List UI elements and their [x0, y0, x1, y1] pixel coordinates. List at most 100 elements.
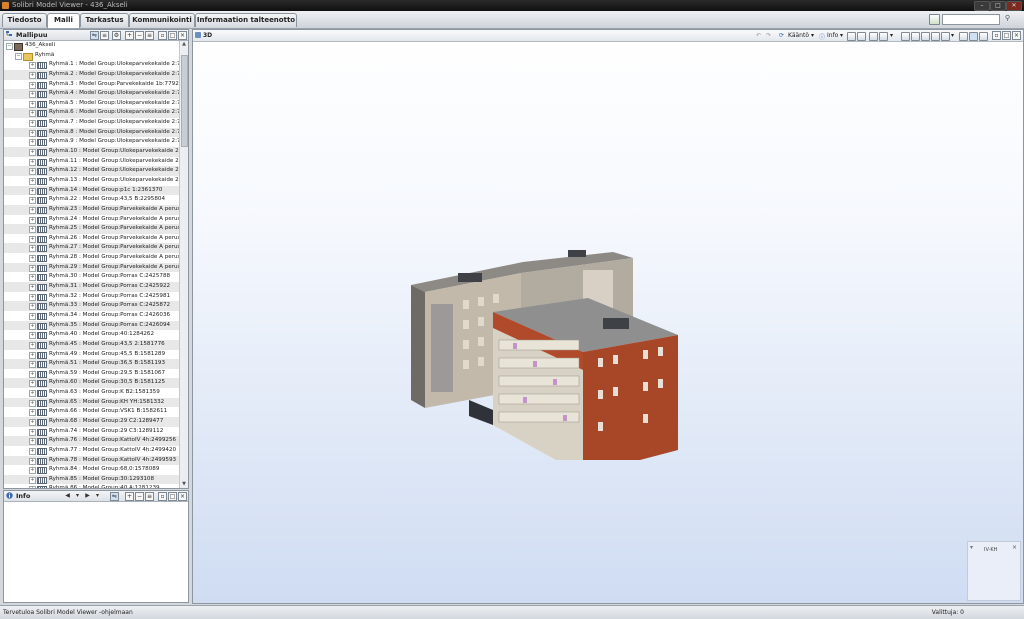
forward-arrow-icon[interactable]: ▶ — [84, 492, 91, 499]
expand-icon[interactable]: + — [29, 264, 36, 272]
tree-item[interactable]: + Ryhmä.14 : Model Group:p1c 1:2361370 — [4, 185, 179, 196]
tree-item[interactable]: + Ryhmä.30 : Model Group:Porras C:2425788 — [4, 272, 179, 282]
expand-icon[interactable]: + — [29, 187, 36, 195]
collapse-all-icon[interactable]: − — [135, 31, 144, 40]
tree-sort-icon[interactable]: ≡ — [100, 31, 109, 40]
cube-icon[interactable] — [869, 32, 878, 41]
tree-item[interactable]: + Ryhmä.45 : Model Group:43,5 2:1581776 — [4, 339, 179, 350]
expand-icon[interactable]: + — [29, 177, 36, 185]
tree-item[interactable]: + Ryhmä.10 : Model Group:Ulokeparvekekaid… — [4, 147, 179, 157]
expand-all-icon[interactable]: + — [125, 31, 134, 40]
expand-icon[interactable]: + — [29, 91, 36, 99]
expand-icon[interactable]: + — [29, 71, 36, 79]
tree-item[interactable]: + Ryhmä.29 : Model Group:Parvekekaide A p… — [4, 262, 179, 273]
expand-icon[interactable]: + — [29, 149, 36, 157]
tree-item[interactable]: + Ryhmä.9 : Model Group:Ulokeparvekekaide… — [4, 137, 179, 147]
expand-icon[interactable]: + — [29, 438, 36, 446]
section-box-icon[interactable] — [959, 32, 968, 41]
restore-panel-icon[interactable]: ▫ — [992, 31, 1001, 40]
expand-icon[interactable]: + — [29, 139, 36, 147]
tree-group-folder[interactable]: − Ryhmä — [4, 51, 179, 61]
tree-item[interactable]: + Ryhmä.86 : Model Group:40 A:1281239 — [4, 484, 179, 488]
rotate-icon[interactable]: ⟳ — [779, 32, 784, 39]
tab-tiedosto[interactable]: Tiedosto — [2, 13, 47, 27]
tree-item[interactable]: + Ryhmä.31 : Model Group:Porras C:2425922 — [4, 282, 179, 292]
expand-icon[interactable]: + — [29, 62, 36, 70]
measure-icon[interactable] — [941, 32, 950, 41]
expand-icon[interactable]: + — [29, 457, 36, 465]
dropdown-icon[interactable]: ▾ — [74, 492, 81, 499]
collapse-icon[interactable]: − — [6, 43, 13, 50]
expand-icon[interactable]: + — [29, 284, 36, 292]
close-panel-icon[interactable]: × — [1012, 31, 1021, 40]
tree-item[interactable]: + Ryhmä.24 : Model Group:Parvekekaide A p… — [4, 215, 179, 225]
expand-icon[interactable]: + — [29, 129, 36, 137]
settings-icon[interactable] — [979, 32, 988, 41]
tree-item[interactable]: + Ryhmä.1 : Model Group:Ulokeparvekekaide… — [4, 60, 179, 70]
list-view-icon[interactable]: ≡ — [145, 492, 154, 501]
tree-item[interactable]: + Ryhmä.77 : Model Group:KattoIV 4h:24994… — [4, 446, 179, 456]
tree-item[interactable]: + Ryhmä.59 : Model Group:29,5 B:1581067 — [4, 369, 179, 379]
model-visibility-icon[interactable] — [847, 32, 856, 41]
expand-icon[interactable]: + — [29, 361, 36, 369]
tree-item[interactable]: + Ryhmä.2 : Model Group:Ulokeparvekekaide… — [4, 69, 179, 80]
redo-icon[interactable]: ↷ — [766, 32, 771, 39]
expand-icon[interactable]: + — [29, 255, 36, 263]
tree-item[interactable]: + Ryhmä.49 : Model Group:45,5 B:1581289 — [4, 350, 179, 360]
tree-item[interactable]: + Ryhmä.32 : Model Group:Porras C:2425981 — [4, 292, 179, 302]
tree-item[interactable]: + Ryhmä.7 : Model Group:Ulokeparvekekaide… — [4, 118, 179, 128]
tree-scrollbar[interactable]: ▲ ▼ — [179, 41, 188, 488]
tree-item[interactable]: + Ryhmä.8 : Model Group:Ulokeparvekekaide… — [4, 127, 179, 138]
tree-item[interactable]: + Ryhmä.76 : Model Group:KattoIV 4h:24992… — [4, 436, 179, 446]
undo-icon[interactable]: ↶ — [756, 32, 761, 39]
link-selection-icon[interactable]: ⇋ — [110, 492, 119, 501]
tree-item[interactable]: + Ryhmä.74 : Model Group:29 C3:1289112 — [4, 427, 179, 437]
expand-icon[interactable]: + — [29, 235, 36, 243]
expand-icon[interactable]: + — [29, 341, 36, 349]
tree-item[interactable]: + Ryhmä.51 : Model Group:36,5 B:1581193 — [4, 359, 179, 369]
info-mode-label[interactable]: Info — [827, 32, 838, 39]
expand-icon[interactable]: + — [29, 428, 36, 436]
tree-item[interactable]: + Ryhmä.11 : Model Group:Ulokeparvekekaid… — [4, 157, 179, 167]
expand-icon[interactable]: + — [29, 399, 36, 407]
nav-collapse-icon[interactable]: ▾ — [970, 544, 973, 551]
tab-tarkastus[interactable]: Tarkastus — [80, 13, 129, 27]
expand-icon[interactable]: + — [29, 303, 36, 311]
tree-item[interactable]: + Ryhmä.78 : Model Group:KattoIV 4h:24995… — [4, 455, 179, 466]
tree-item[interactable]: + Ryhmä.27 : Model Group:Parvekekaide A p… — [4, 243, 179, 254]
tree-item[interactable]: + Ryhmä.25 : Model Group:Parvekekaide A p… — [4, 224, 179, 234]
tree-item[interactable]: + Ryhmä.6 : Model Group:Ulokeparvekekaide… — [4, 108, 179, 119]
tree-item[interactable]: + Ryhmä.68 : Model Group:29 C2:1289477 — [4, 416, 179, 427]
tree-item[interactable]: + Ryhmä.65 : Model Group:KH YH:1581332 — [4, 397, 179, 408]
tree-item[interactable]: + Ryhmä.23 : Model Group:Parvekekaide A p… — [4, 204, 179, 215]
collapse-icon[interactable]: − — [15, 52, 22, 60]
tree-item[interactable]: + Ryhmä.26 : Model Group:Parvekekaide A p… — [4, 234, 179, 244]
tab-kommunikointi[interactable]: Kommunikointi — [129, 13, 195, 27]
list-view-icon[interactable]: ≡ — [145, 31, 154, 40]
dropdown-icon[interactable]: ▾ — [890, 32, 893, 39]
tree-item[interactable]: + Ryhmä.84 : Model Group:68,0:1578089 — [4, 465, 179, 475]
info-icon[interactable]: ⓘ — [819, 32, 825, 41]
building-model[interactable] — [403, 240, 693, 460]
tree-item[interactable]: + Ryhmä.40 : Model Group:40:1284262 — [4, 330, 179, 340]
maximize-panel-icon[interactable]: □ — [168, 492, 177, 501]
zoom-fit-icon[interactable] — [901, 32, 910, 41]
grid-icon[interactable] — [969, 32, 978, 41]
dropdown-icon[interactable]: ▾ — [951, 32, 954, 39]
expand-icon[interactable]: + — [29, 293, 36, 301]
dropdown-icon[interactable]: ▾ — [811, 32, 814, 39]
expand-icon[interactable]: + — [29, 370, 36, 378]
dropdown-icon[interactable]: ▾ — [94, 492, 101, 499]
expand-icon[interactable]: + — [29, 81, 36, 89]
tree-settings-icon[interactable]: ⚙ — [112, 31, 121, 40]
tree-item[interactable]: + Ryhmä.33 : Model Group:Porras C:2425872 — [4, 301, 179, 311]
maximize-button[interactable]: □ — [990, 1, 1006, 11]
expand-all-icon[interactable]: + — [125, 492, 134, 501]
tree-item[interactable]: + Ryhmä.60 : Model Group:30,5 B:1581125 — [4, 378, 179, 389]
maximize-panel-icon[interactable]: □ — [1002, 31, 1011, 40]
restore-panel-icon[interactable]: ▫ — [158, 31, 167, 40]
tree-item[interactable]: + Ryhmä.3 : Model Group:Parvekekaide 1b:7… — [4, 80, 179, 90]
rotate-mode-label[interactable]: Kääntö — [788, 32, 809, 39]
expand-icon[interactable]: + — [29, 216, 36, 224]
expand-icon[interactable]: + — [29, 447, 36, 455]
